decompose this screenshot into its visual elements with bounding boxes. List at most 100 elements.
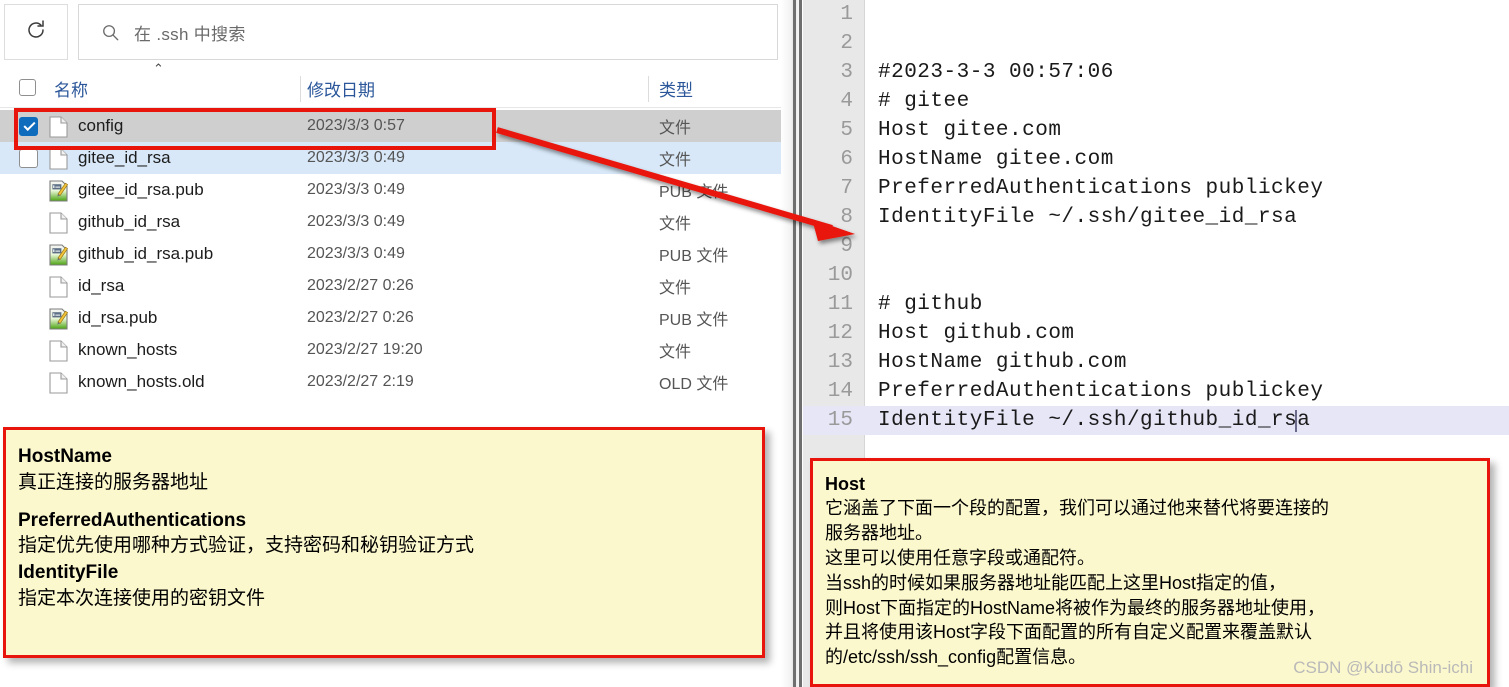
code-line[interactable]: 14 PreferredAuthentications publickey (803, 377, 1509, 406)
line-number: 3 (840, 61, 853, 84)
table-row[interactable]: known_hosts.old 2023/2/27 2:19 OLD 文件 (0, 366, 793, 398)
column-header-type[interactable]: 类型 (659, 76, 693, 101)
file-type: 文件 (659, 152, 692, 169)
line-number: 6 (840, 148, 853, 171)
file-date-modified: 2023/2/27 0:26 (307, 309, 414, 326)
file-name: gitee_id_rsa.pub (78, 180, 204, 199)
line-number: 10 (827, 264, 853, 287)
file-type: 文件 (659, 344, 692, 361)
note-left-desc-hostname: 真正连接的服务器地址 (18, 471, 209, 493)
file-icon (49, 116, 68, 138)
column-divider (648, 76, 649, 102)
line-number: 15 (827, 409, 853, 432)
code-line[interactable]: 8 IdentityFile ~/.ssh/gitee_id_rsa (803, 203, 1509, 232)
column-header-name[interactable]: 名称 (54, 76, 88, 101)
search-input[interactable]: 在 .ssh 中搜索 (78, 4, 778, 60)
line-number: 13 (827, 351, 853, 374)
file-type: PUB 文件 (659, 248, 729, 265)
file-date-modified: 2023/3/3 0:49 (307, 245, 405, 262)
note-left-desc-identityfile: 指定本次连接使用的密钥文件 (18, 587, 266, 609)
table-row[interactable]: github_id_rsa.pub 2023/3/3 0:49 PUB 文件 (0, 238, 793, 270)
row-checkbox[interactable] (19, 117, 38, 136)
file-date-modified: 2023/3/3 0:49 (307, 213, 405, 230)
code-line[interactable]: 3 #2023-3-3 00:57:06 (803, 58, 1509, 87)
annotation-box-right: Host 它涵盖了下面一个段的配置，我们可以通过他来替代将要连接的 服务器地址。… (810, 458, 1490, 687)
code-line[interactable]: 12 Host github.com (803, 319, 1509, 348)
panel-splitter[interactable] (781, 0, 803, 687)
file-type: 文件 (659, 120, 692, 137)
file-name: known_hosts.old (78, 372, 205, 391)
code-line-text: HostName github.com (878, 351, 1127, 374)
code-line-text: IdentityFile ~/.ssh/gitee_id_rsa (878, 206, 1298, 229)
annotation-box-left: HostName 真正连接的服务器地址 PreferredAuthenticat… (3, 427, 765, 658)
code-line-text: HostName gitee.com (878, 148, 1114, 171)
code-line[interactable]: 7 PreferredAuthentications publickey (803, 174, 1509, 203)
file-name: known_hosts (78, 340, 178, 359)
explorer-toolbar: 在 .ssh 中搜索 (0, 0, 793, 63)
splitter-bar (799, 0, 802, 687)
table-row[interactable]: config 2023/3/3 0:57 文件 (0, 110, 793, 142)
line-number: 8 (840, 206, 853, 229)
line-number: 9 (840, 235, 853, 258)
search-placeholder: 在 .ssh 中搜索 (134, 24, 246, 44)
column-header-date-modified[interactable]: 修改日期 (307, 76, 375, 101)
file-date-modified: 2023/3/3 0:57 (307, 117, 405, 134)
code-line-text: PreferredAuthentications publickey (878, 177, 1324, 200)
table-row[interactable]: id_rsa.pub 2023/2/27 0:26 PUB 文件 (0, 302, 793, 334)
table-row[interactable]: id_rsa 2023/2/27 0:26 文件 (0, 270, 793, 302)
note-right-line-5: 则Host下面指定的HostName将被作为最终的服务器地址使用， (825, 597, 1326, 618)
refresh-button[interactable] (4, 4, 68, 60)
code-line[interactable]: 11 # github (803, 290, 1509, 319)
note-right-line-4: 当ssh的时候如果服务器地址能匹配上这里Host指定的值， (825, 572, 1287, 593)
column-header-row: 名称 修改日期 类型 (0, 70, 793, 108)
file-icon (49, 212, 68, 234)
file-name: gitee_id_rsa (78, 148, 171, 167)
code-line[interactable]: 1 (803, 0, 1509, 29)
file-type: OLD 文件 (659, 376, 729, 393)
line-number: 1 (840, 3, 853, 26)
code-line[interactable]: 9 (803, 232, 1509, 261)
note-left-title-identityfile: IdentityFile (18, 562, 119, 584)
line-number: 2 (840, 32, 853, 55)
csdn-watermark: CSDN @Kudō Shin-ichi (1293, 658, 1473, 677)
file-type: 文件 (659, 216, 692, 233)
table-row[interactable]: gitee_id_rsa 2023/3/3 0:49 文件 (0, 142, 793, 174)
code-line[interactable]: 13 HostName github.com (803, 348, 1509, 377)
note-right-line-3: 这里可以使用任意字段或通配符。 (825, 547, 1095, 568)
code-lines[interactable]: 1 2 3 #2023-3-3 00:57:06 4 # gitee 5 Host gitee… (803, 0, 1509, 435)
file-name: config (78, 116, 124, 135)
line-number: 4 (840, 90, 853, 113)
search-icon (101, 23, 120, 42)
code-line[interactable]: 6 HostName gitee.com (803, 145, 1509, 174)
table-row[interactable]: gitee_id_rsa.pub 2023/3/3 0:49 PUB 文件 (0, 174, 793, 206)
table-row[interactable]: known_hosts 2023/2/27 19:20 文件 (0, 334, 793, 366)
file-date-modified: 2023/3/3 0:49 (307, 181, 405, 198)
note-left-title-preferredauthentications: PreferredAuthentications (18, 509, 247, 531)
line-number: 14 (827, 380, 853, 403)
note-right-line-6: 并且将使用该Host字段下面配置的所有自定义配置来覆盖默认 (825, 622, 1313, 643)
code-line[interactable]: 5 Host gitee.com (803, 116, 1509, 145)
code-line-text: # gitee (878, 90, 970, 113)
file-type: PUB 文件 (659, 184, 729, 201)
code-line[interactable]: 4 # gitee (803, 87, 1509, 116)
file-icon (49, 148, 68, 170)
pub-file-icon (49, 244, 69, 266)
note-left-desc-preferredauthentications: 指定优先使用哪种方式验证，支持密码和秘钥验证方式 (18, 535, 475, 557)
text-cursor (1295, 410, 1298, 432)
code-line[interactable]: 10 (803, 261, 1509, 290)
select-all-checkbox[interactable] (19, 79, 36, 96)
file-name: id_rsa (78, 276, 125, 295)
line-number: 5 (840, 119, 853, 142)
code-line-text: # github (878, 293, 983, 316)
code-line[interactable]: 2 (803, 29, 1509, 58)
line-number: 12 (827, 322, 853, 345)
code-line[interactable]: 15 IdentityFile ~/.ssh/github_id_rsa (803, 406, 1509, 435)
code-line-text: Host github.com (878, 322, 1075, 345)
code-line-text: #2023-3-3 00:57:06 (878, 61, 1114, 84)
row-checkbox[interactable] (19, 149, 38, 168)
table-row[interactable]: github_id_rsa 2023/3/3 0:49 文件 (0, 206, 793, 238)
refresh-icon (24, 18, 48, 47)
file-type: PUB 文件 (659, 312, 729, 329)
note-right-line-1: 它涵盖了下面一个段的配置，我们可以通过他来替代将要连接的 (825, 498, 1329, 519)
line-number: 7 (840, 177, 853, 200)
